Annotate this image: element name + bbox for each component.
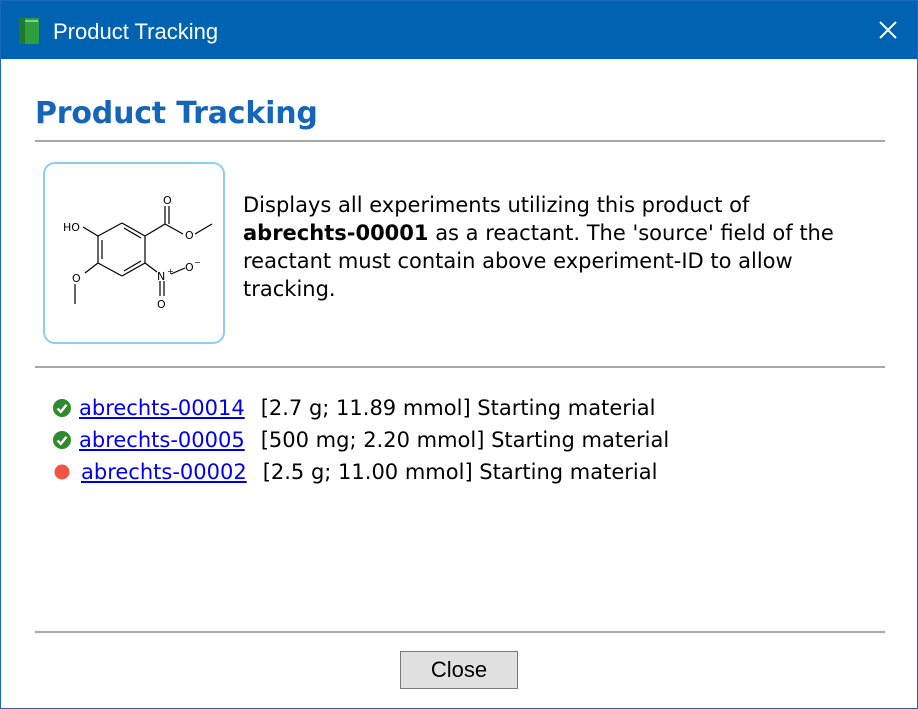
experiment-list: abrechts-00014 [2.7 g; 11.89 mmol] Start…	[51, 392, 669, 488]
bottom-divider	[35, 631, 885, 633]
check-circle-icon	[51, 397, 73, 419]
atom-o-methoxy: O	[72, 272, 81, 285]
experiment-info: [500 mg; 2.20 mmol] Starting material	[260, 428, 670, 452]
atom-n: N	[157, 270, 165, 283]
atom-o-nitro-bottom: O	[157, 298, 166, 311]
atom-n-charge: +	[167, 267, 174, 276]
molecule-structure: HO O O O N + O − O	[43, 162, 225, 344]
window-title: Product Tracking	[53, 19, 219, 44]
experiment-link[interactable]: abrechts-00005	[79, 428, 245, 452]
middle-divider	[35, 366, 885, 368]
title-bar: Product Tracking	[1, 1, 917, 59]
top-divider	[35, 140, 885, 142]
description-line-2-rest: as a reactant. The 'source' field of the	[428, 221, 834, 245]
list-item: abrechts-00002 [2.5 g; 11.00 mmol] Start…	[51, 456, 669, 488]
red-dot-icon	[51, 461, 73, 483]
atom-o-nitro-charge: −	[194, 258, 201, 267]
atom-ho: HO	[63, 221, 80, 234]
experiment-info: [2.5 g; 11.00 mmol] Starting material	[262, 460, 658, 484]
description-text: Displays all experiments utilizing this …	[243, 191, 853, 303]
atom-o-ester: O	[185, 229, 194, 242]
description-line-1: Displays all experiments utilizing this …	[243, 193, 750, 217]
page-title: Product Tracking	[35, 96, 318, 131]
close-button[interactable]: Close	[400, 651, 518, 689]
description-line-2: abrechts-00001 as a reactant. The 'sourc…	[243, 219, 853, 247]
atom-o-carbonyl: O	[163, 194, 172, 207]
atom-o-nitro-right: O	[185, 261, 194, 274]
check-circle-icon	[51, 429, 73, 451]
list-item: abrechts-00005 [500 mg; 2.20 mmol] Start…	[51, 424, 669, 456]
description-line-4: tracking.	[243, 277, 336, 301]
description-line-3: reactant must contain above experiment-I…	[243, 249, 793, 273]
experiment-id-bold: abrechts-00001	[243, 221, 429, 245]
close-window-button[interactable]	[859, 1, 917, 59]
dialog-window: Product Tracking Product Tracking HO O O…	[0, 0, 918, 709]
book-icon	[17, 17, 41, 45]
close-icon	[879, 21, 897, 39]
molecule-drawing: HO O O O N + O − O	[63, 194, 213, 311]
experiment-link[interactable]: abrechts-00014	[79, 396, 245, 420]
experiment-link[interactable]: abrechts-00002	[81, 460, 247, 484]
experiment-info: [2.7 g; 11.89 mmol] Starting material	[260, 396, 656, 420]
list-item: abrechts-00014 [2.7 g; 11.89 mmol] Start…	[51, 392, 669, 424]
